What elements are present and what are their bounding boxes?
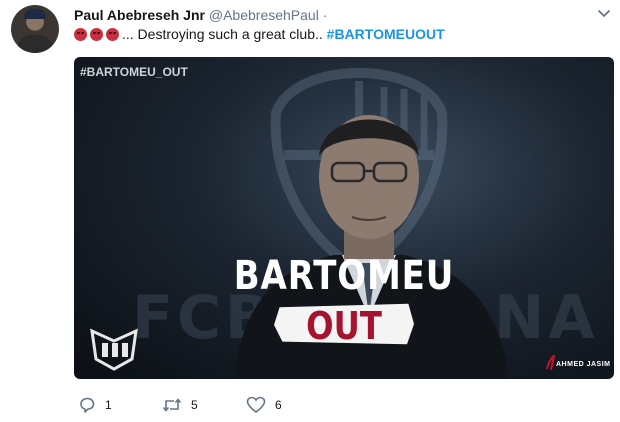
header-separator: · bbox=[318, 7, 328, 23]
hashtag-link[interactable]: #BARTOMEUOUT bbox=[327, 26, 445, 42]
user-handle[interactable]: @AbebresehPaul bbox=[209, 7, 319, 23]
image-credit: AHMED JASIM bbox=[556, 361, 611, 368]
tweet-header: Paul Abebreseh Jnr @AbebresehPaul · bbox=[74, 6, 327, 24]
reply-button[interactable]: 1 bbox=[78, 395, 112, 415]
credit-signature-icon bbox=[546, 355, 555, 371]
avatar-cap bbox=[24, 9, 46, 19]
chevron-down-icon[interactable] bbox=[597, 8, 611, 20]
angry-face-icon bbox=[90, 28, 103, 41]
arabic-logo-icon bbox=[90, 328, 138, 371]
tweet-text: ... Destroying such a great club.. #BART… bbox=[74, 25, 445, 43]
avatar[interactable] bbox=[11, 5, 59, 53]
tweet-image[interactable]: FCB NA #BARTOMEU_OUT BARTOMEU OUT AHMED … bbox=[74, 57, 614, 379]
tweet-body: ... Destroying such a great club.. bbox=[122, 26, 327, 42]
headline-name: BARTOMEU bbox=[233, 253, 455, 299]
heart-icon bbox=[246, 396, 266, 413]
angry-face-icon bbox=[106, 28, 119, 41]
avatar-body bbox=[17, 35, 53, 53]
retweet-icon bbox=[162, 398, 182, 412]
like-count: 6 bbox=[275, 398, 282, 412]
retweet-button[interactable]: 5 bbox=[162, 395, 198, 415]
like-button[interactable]: 6 bbox=[246, 395, 282, 415]
headline-out: OUT bbox=[306, 304, 382, 348]
retweet-count: 5 bbox=[191, 398, 198, 412]
corner-hashtag: #BARTOMEU_OUT bbox=[80, 65, 188, 79]
angry-face-icon bbox=[74, 28, 87, 41]
reply-icon bbox=[80, 397, 95, 413]
reply-count: 1 bbox=[105, 398, 112, 412]
display-name[interactable]: Paul Abebreseh Jnr bbox=[74, 7, 205, 23]
